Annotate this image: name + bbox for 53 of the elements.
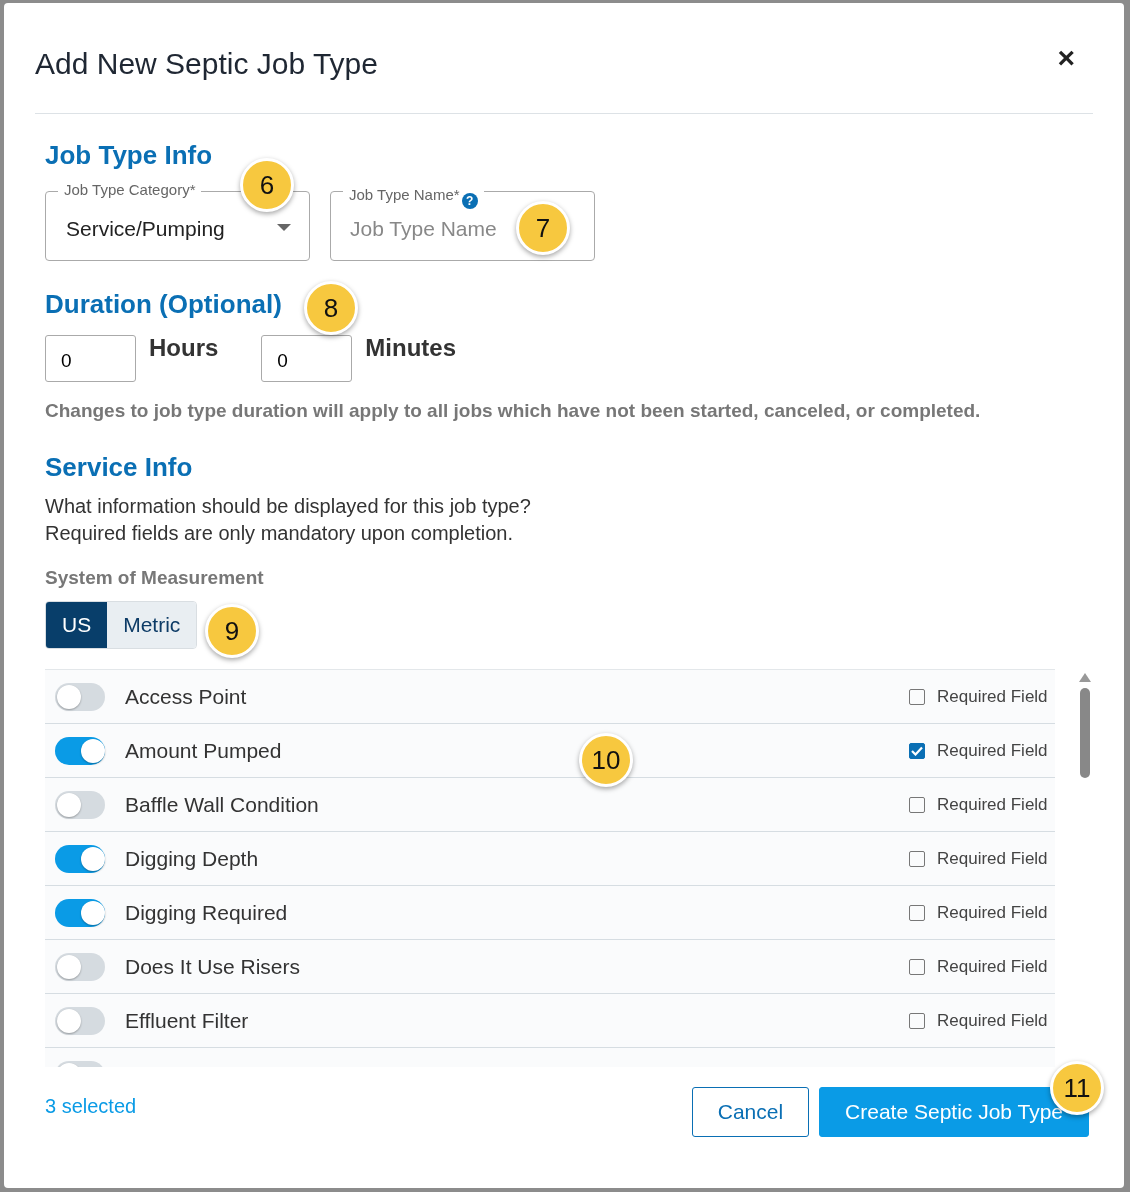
required-label: Required Field (937, 686, 1049, 707)
field-name: Access Point (125, 684, 247, 709)
required-checkbox[interactable] (909, 850, 925, 867)
callout-badge: 6 (240, 158, 294, 212)
required-label: Required Field (937, 794, 1049, 815)
required-label: Required Field (937, 1010, 1049, 1031)
required-label: Required Field (937, 848, 1049, 869)
hours-field[interactable]: 0 (45, 334, 136, 382)
required-checkbox[interactable] (909, 904, 925, 921)
toggle-switch[interactable] (55, 952, 105, 981)
toggle-switch[interactable] (55, 844, 105, 873)
hours-label: Hours (149, 334, 219, 362)
toggle-switch[interactable] (55, 736, 105, 765)
field-name: Amount Pumped (125, 738, 282, 763)
required-checkbox[interactable] (909, 688, 925, 705)
scroll-up-icon[interactable] (1079, 673, 1091, 682)
required-label: Required Field (937, 956, 1049, 977)
measurement-label: System of Measurement (45, 567, 265, 589)
field-name: Digging Required (125, 900, 288, 925)
required-label: Required Field (937, 740, 1049, 761)
unit-toggle-button[interactable]: US (46, 602, 108, 648)
section-heading: Duration (Optional) (45, 289, 282, 320)
section-heading: Service Info (45, 452, 193, 483)
section-heading: Job Type Info (45, 140, 213, 171)
field-name: Effluent Filter (125, 1008, 249, 1033)
field-label: Job Type Category* (58, 181, 202, 199)
callout-badge: 9 (205, 604, 259, 658)
selected-count: 3 selected (45, 1094, 137, 1118)
duration-note: Changes to job type duration will apply to all jobs which have not been started, canceled, or completed. (45, 400, 982, 422)
required-checkbox[interactable] (909, 958, 925, 975)
field-name: Baffle Wall Condition (125, 792, 319, 817)
close-button[interactable]: × (1057, 41, 1093, 75)
field-name: Does It Use Risers (125, 954, 301, 979)
cancel-button[interactable]: Cancel (691, 1087, 810, 1137)
unit-toggle-button[interactable]: Metric (107, 602, 197, 648)
scrollbar-thumb[interactable] (1080, 688, 1090, 778)
description-text: What information should be displayed for this job type? (45, 494, 532, 519)
required-checkbox[interactable] (909, 742, 925, 759)
help-icon[interactable]: ? (461, 193, 478, 209)
caret-icon (277, 224, 291, 231)
description-text: Required fields are only mandatory upon completion. (45, 521, 515, 546)
toggle-switch[interactable] (55, 1006, 105, 1035)
required-checkbox[interactable] (909, 796, 925, 813)
minutes-label: Minutes (365, 334, 456, 362)
minutes-field[interactable]: 0 (261, 334, 353, 382)
dialog-title: Add New Septic Job Type (35, 46, 378, 81)
toggle-switch[interactable] (55, 790, 105, 819)
toggle-switch[interactable] (55, 682, 105, 711)
toggle-switch[interactable] (55, 898, 105, 927)
callout-badge: 8 (304, 281, 358, 335)
required-label: Required Field (937, 902, 1049, 923)
field-name: Digging Depth (125, 846, 259, 871)
required-checkbox[interactable] (909, 1012, 925, 1029)
